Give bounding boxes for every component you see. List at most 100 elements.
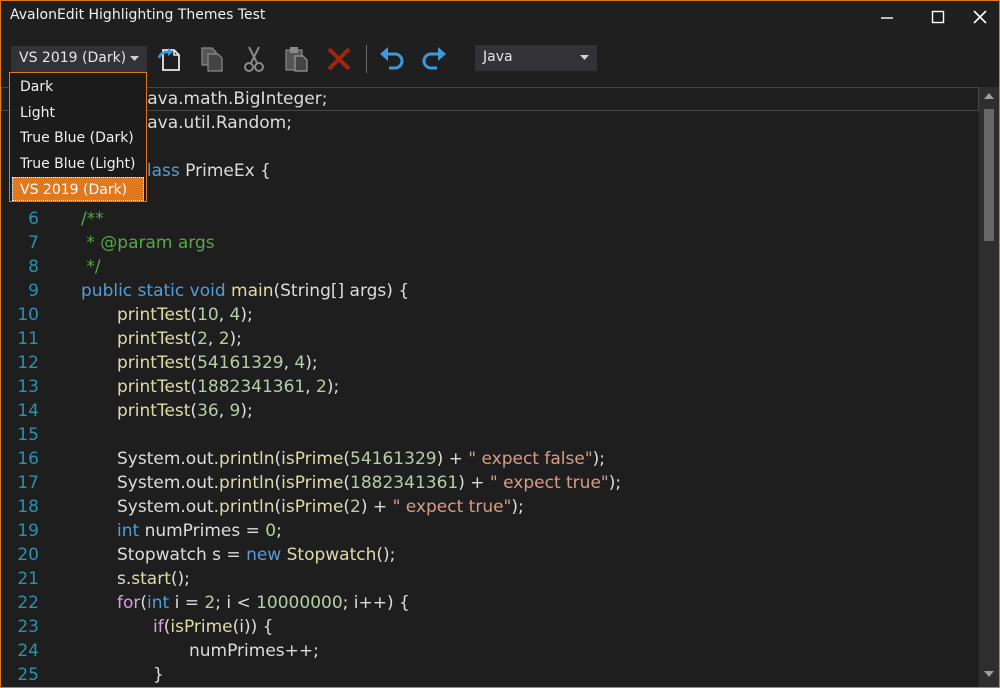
line-number: 11 [17, 329, 39, 349]
code-line[interactable]: 8 */ [1, 255, 979, 279]
code-line[interactable]: 11 printTest(2, 2); [1, 327, 979, 351]
code-token: , [283, 353, 295, 373]
code-token: 2 [197, 329, 208, 349]
line-number: 16 [17, 449, 39, 469]
line-number: 20 [17, 545, 39, 565]
code-token: ); [326, 377, 340, 397]
scroll-up-icon[interactable] [984, 93, 994, 99]
code-line[interactable]: 22 for(int i = 2; i < 10000000; i++) { [1, 591, 979, 615]
theme-option[interactable]: VS 2019 (Dark) [12, 177, 144, 201]
code-line[interactable]: 23 if(isPrime(i)) { [1, 615, 979, 639]
code-line[interactable]: public class PrimeEx { [1, 159, 979, 183]
code-line[interactable]: 19 int numPrimes = 0; [1, 519, 979, 543]
code-line[interactable]: 7 * @param args [1, 231, 979, 255]
chevron-down-icon [130, 56, 139, 61]
code-token: " expect false" [468, 449, 593, 469]
code-token: s. [117, 569, 132, 589]
code-line[interactable]: 13 printTest(1882341361, 2); [1, 375, 979, 399]
copy-button[interactable] [194, 41, 230, 77]
theme-option[interactable]: Light [12, 101, 144, 125]
code-line[interactable]: 18 System.out.println(isPrime(2) + " expe… [1, 495, 979, 519]
code-line[interactable]: import java.util.Random; [1, 111, 979, 135]
minimize-button[interactable] [865, 1, 909, 33]
code-token: Stopwatch [286, 545, 377, 565]
code-text: int numPrimes = 0; [117, 519, 282, 543]
code-line[interactable]: 17 System.out.println(isPrime(1882341361)… [1, 471, 979, 495]
delete-button[interactable] [321, 41, 357, 77]
line-number: 19 [17, 521, 39, 541]
code-token: i = [169, 593, 205, 613]
code-token: } [153, 665, 164, 685]
code-token: println [219, 449, 275, 469]
vertical-scrollbar[interactable] [979, 87, 999, 687]
app-window: AvalonEdit Highlighting Themes Test VS 2… [0, 0, 1000, 688]
open-file-button[interactable] [153, 41, 189, 77]
line-number: 7 [28, 233, 39, 253]
code-line[interactable]: 15 [1, 423, 979, 447]
theme-option[interactable]: Dark [12, 75, 144, 99]
code-token: ) + [360, 497, 393, 517]
theme-combo-value: VS 2019 (Dark) [19, 50, 127, 66]
paste-button[interactable] [278, 41, 314, 77]
theme-option[interactable]: True Blue (Light) [12, 152, 144, 176]
code-text: System.out.println(isPrime(2) + " expect… [117, 495, 524, 519]
code-line[interactable]: 20 Stopwatch s = new Stopwatch(); [1, 543, 979, 567]
code-token: isPrime [281, 473, 344, 493]
code-token: 0 [265, 521, 277, 541]
code-line[interactable] [1, 135, 979, 159]
code-token: ); [511, 497, 524, 517]
line-number: 10 [17, 305, 39, 325]
code-token: PrimeEx { [179, 161, 271, 181]
code-line[interactable]: 12 printTest(54161329, 4); [1, 351, 979, 375]
code-text: numPrimes++; [189, 639, 319, 663]
line-number: 17 [17, 473, 39, 493]
code-token: 1882341361 [197, 377, 306, 397]
code-text: System.out.println(isPrime(1882341361) +… [117, 471, 621, 495]
window-title: AvalonEdit Highlighting Themes Test [10, 7, 266, 23]
code-token: /** [81, 209, 104, 229]
code-token: 10 [197, 305, 219, 325]
close-button[interactable] [958, 1, 999, 33]
theme-combo[interactable]: VS 2019 (Dark) [11, 46, 147, 72]
theme-option[interactable]: True Blue (Dark) [12, 126, 144, 150]
code-line[interactable]: import java.math.BigInteger; [1, 87, 979, 111]
code-token: ; [276, 521, 282, 541]
maximize-button[interactable] [916, 1, 960, 33]
code-token: 2 [204, 593, 216, 613]
undo-icon [380, 47, 404, 70]
code-editor[interactable]: import java.math.BigInteger; import java.… [1, 87, 979, 687]
code-line[interactable]: 21 s.start(); [1, 567, 979, 591]
language-combo-value: Java [483, 49, 513, 65]
redo-button[interactable] [416, 41, 452, 77]
undo-button[interactable] [374, 41, 410, 77]
code-text: } [153, 663, 164, 687]
line-number: 23 [17, 617, 39, 637]
code-token: ); [229, 329, 242, 349]
code-line[interactable]: 9 public static void main(String[] args) … [1, 279, 979, 303]
code-token: main [231, 281, 274, 301]
paste-icon [285, 47, 308, 72]
line-number: 6 [28, 209, 39, 229]
code-line[interactable]: 24 numPrimes++; [1, 639, 979, 663]
code-token: new [246, 545, 282, 565]
code-token: int [147, 593, 170, 613]
code-token: System.out. [117, 449, 220, 469]
scroll-down-icon[interactable] [984, 671, 994, 677]
code-token: 9 [229, 401, 241, 421]
code-line[interactable]: 10 printTest(10, 4); [1, 303, 979, 327]
copy-icon [201, 47, 223, 72]
scrollbar-thumb[interactable] [984, 109, 994, 241]
cut-button[interactable] [236, 41, 272, 77]
language-combo[interactable]: Java [475, 45, 597, 71]
open-file-icon [157, 48, 180, 71]
code-line[interactable]: 6 /** [1, 207, 979, 231]
code-token: 1882341361 [350, 473, 459, 493]
code-token: printTest [117, 401, 191, 421]
code-line[interactable]: 14 printTest(36, 9); [1, 399, 979, 423]
code-token: ); [592, 449, 606, 469]
code-line[interactable]: 16 System.out.println(isPrime(54161329) +… [1, 447, 979, 471]
code-line[interactable]: 25} [1, 663, 979, 687]
code-token: printTest [117, 353, 191, 373]
minimize-icon [881, 17, 893, 19]
code-line[interactable] [1, 183, 979, 207]
